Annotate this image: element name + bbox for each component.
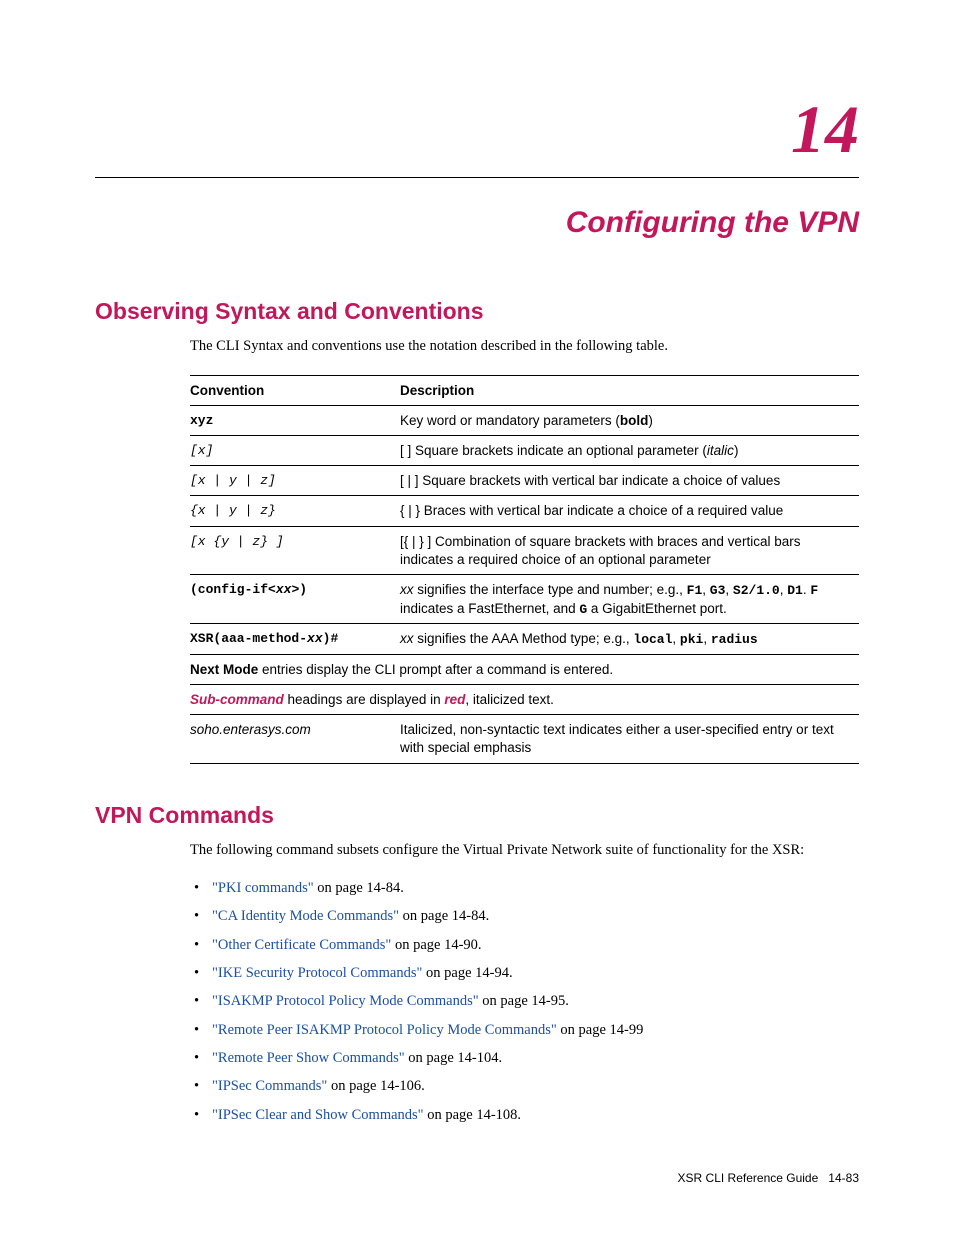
cell-span: Next Mode entries display the CLI prompt…: [190, 654, 859, 684]
table-row: {x | y | z} { | } Braces with vertical b…: [190, 496, 859, 526]
section-heading-syntax: Observing Syntax and Conventions: [95, 298, 859, 325]
cell-desc: Italicized, non-syntactic text indicates…: [400, 715, 859, 763]
xref-link[interactable]: "Remote Peer ISAKMP Protocol Policy Mode…: [212, 1022, 557, 1038]
list-item: "PKI commands" on page 14-84.: [190, 878, 859, 898]
cell-conv: XSR(aaa-method-xx)#: [190, 624, 400, 655]
cell-conv: xyz: [190, 405, 400, 435]
list-item: "IPSec Clear and Show Commands" on page …: [190, 1105, 859, 1125]
xref-link[interactable]: "IPSec Commands": [212, 1078, 327, 1094]
list-item: "IPSec Commands" on page 14-106.: [190, 1076, 859, 1096]
cell-desc: Key word or mandatory parameters (bold): [400, 405, 859, 435]
table-row: [x | y | z] [ | ] Square brackets with v…: [190, 466, 859, 496]
divider: [95, 177, 859, 178]
list-item: "CA Identity Mode Commands" on page 14-8…: [190, 906, 859, 926]
table-row: xyz Key word or mandatory parameters (bo…: [190, 405, 859, 435]
command-list: "PKI commands" on page 14-84. "CA Identi…: [190, 878, 859, 1125]
cell-desc: { | } Braces with vertical bar indicate …: [400, 496, 859, 526]
table-row: [x {y | z} ] [{ | } ] Combination of squ…: [190, 526, 859, 574]
table-row: XSR(aaa-method-xx)# xx signifies the AAA…: [190, 624, 859, 655]
intro-text-vpn: The following command subsets configure …: [190, 841, 859, 861]
th-convention: Convention: [190, 375, 400, 405]
cell-conv: soho.enterasys.com: [190, 715, 400, 763]
cell-desc: xx signifies the AAA Method type; e.g., …: [400, 624, 859, 655]
cell-desc: [ ] Square brackets indicate an optional…: [400, 436, 859, 466]
footer-page: 14-83: [828, 1171, 859, 1185]
cell-conv: (config-if<xx>): [190, 575, 400, 624]
chapter-title: Configuring the VPN: [95, 206, 859, 240]
cell-conv: {x | y | z}: [190, 496, 400, 526]
list-item: "Remote Peer Show Commands" on page 14-1…: [190, 1048, 859, 1068]
xref-link[interactable]: "PKI commands": [212, 880, 314, 896]
table-header-row: Convention Description: [190, 375, 859, 405]
xref-link[interactable]: "IPSec Clear and Show Commands": [212, 1107, 424, 1123]
chapter-number: 14: [95, 90, 859, 169]
cell-conv: [x]: [190, 436, 400, 466]
list-item: "Remote Peer ISAKMP Protocol Policy Mode…: [190, 1020, 859, 1040]
cell-conv: [x | y | z]: [190, 466, 400, 496]
list-item: "ISAKMP Protocol Policy Mode Commands" o…: [190, 991, 859, 1011]
table-row: Sub-command headings are displayed in re…: [190, 684, 859, 714]
table-row: soho.enterasys.com Italicized, non-synta…: [190, 715, 859, 763]
xref-link[interactable]: "ISAKMP Protocol Policy Mode Commands": [212, 993, 479, 1009]
th-description: Description: [400, 375, 859, 405]
xref-link[interactable]: "Other Certificate Commands": [212, 937, 391, 953]
intro-text: The CLI Syntax and conventions use the n…: [190, 337, 859, 357]
page-footer: XSR CLI Reference Guide 14-83: [678, 1171, 859, 1185]
xref-link[interactable]: "CA Identity Mode Commands": [212, 908, 399, 924]
conventions-table: Convention Description xyz Key word or m…: [190, 375, 859, 764]
cell-desc: [ | ] Square brackets with vertical bar …: [400, 466, 859, 496]
section-heading-vpn: VPN Commands: [95, 802, 859, 829]
cell-desc: xx signifies the interface type and numb…: [400, 575, 859, 624]
cell-span: Sub-command headings are displayed in re…: [190, 684, 859, 714]
table-row: Next Mode entries display the CLI prompt…: [190, 654, 859, 684]
table-row: (config-if<xx>) xx signifies the interfa…: [190, 575, 859, 624]
list-item: "IKE Security Protocol Commands" on page…: [190, 963, 859, 983]
list-item: "Other Certificate Commands" on page 14-…: [190, 935, 859, 955]
cell-conv: [x {y | z} ]: [190, 526, 400, 574]
cell-desc: [{ | } ] Combination of square brackets …: [400, 526, 859, 574]
xref-link[interactable]: "IKE Security Protocol Commands": [212, 965, 422, 981]
xref-link[interactable]: "Remote Peer Show Commands": [212, 1050, 405, 1066]
footer-guide: XSR CLI Reference Guide: [678, 1171, 819, 1185]
table-row: [x] [ ] Square brackets indicate an opti…: [190, 436, 859, 466]
